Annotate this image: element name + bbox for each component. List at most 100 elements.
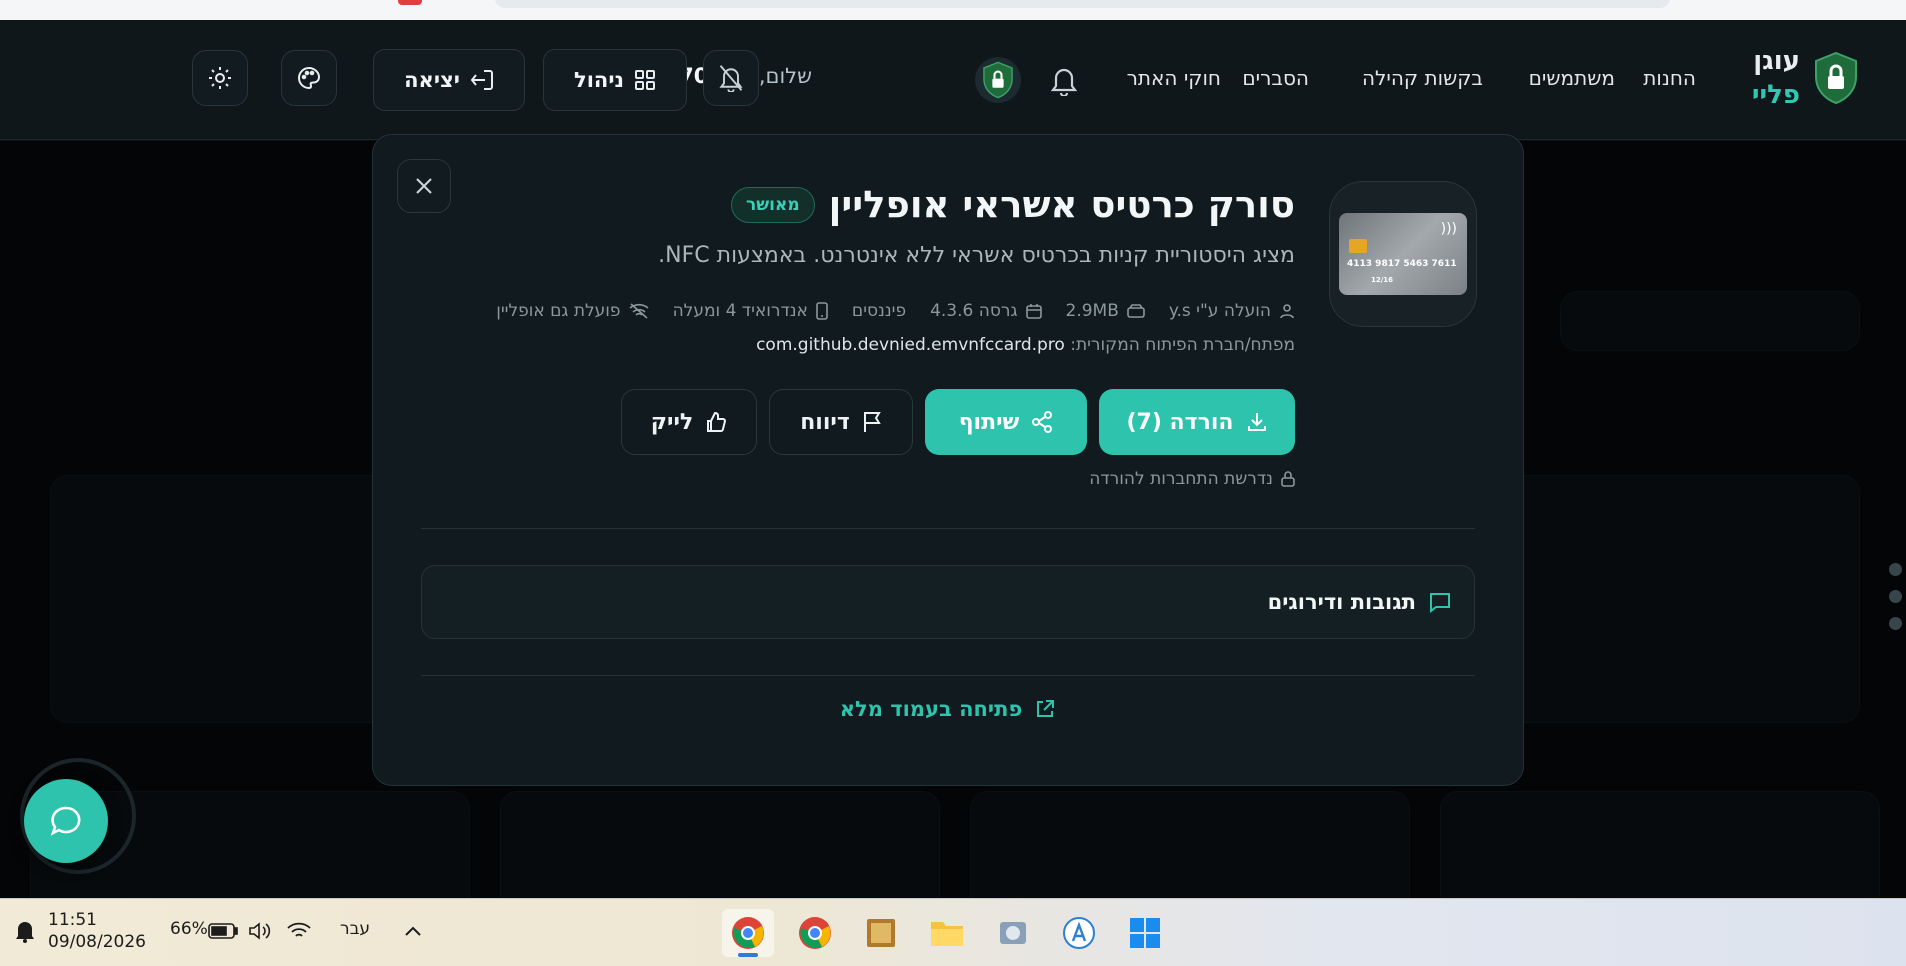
external-link-icon bbox=[1037, 700, 1055, 717]
dashboard-grid-icon bbox=[635, 70, 656, 90]
taskbar-clock-area[interactable]: 11:51 09/08/2026 bbox=[14, 909, 146, 953]
taskbar-app-file-explorer[interactable] bbox=[921, 909, 973, 957]
taskbar-app-chrome[interactable] bbox=[789, 909, 841, 957]
clock[interactable]: 11:51 09/08/2026 bbox=[48, 909, 146, 953]
share-button[interactable]: שיתוף bbox=[925, 389, 1087, 455]
user-icon bbox=[1280, 304, 1294, 319]
bell-off-icon bbox=[719, 65, 743, 92]
card-expiry: 12/16 bbox=[1371, 276, 1394, 284]
carousel-dots bbox=[1889, 563, 1902, 644]
palette-icon bbox=[298, 66, 321, 90]
chat-button[interactable] bbox=[24, 779, 108, 863]
section-divider bbox=[421, 528, 1475, 529]
app-store-icon bbox=[1063, 917, 1095, 949]
report-label: דיווח bbox=[800, 409, 850, 435]
meta-offline-text: פועלת גם אופליין bbox=[496, 301, 621, 321]
os-taskbar: 11:51 09/08/2026 66% עבר bbox=[0, 898, 1906, 966]
calendar-icon bbox=[1025, 304, 1042, 319]
logout-label: יציאה bbox=[404, 68, 460, 92]
input-language[interactable]: עבר bbox=[340, 919, 370, 939]
theme-palette-button[interactable] bbox=[281, 50, 337, 106]
smartphone-icon bbox=[816, 302, 828, 320]
close-button[interactable] bbox=[397, 159, 451, 213]
light-mode-button[interactable] bbox=[192, 50, 248, 106]
app-title: סורק כרטיס אשראי אופליין bbox=[828, 183, 1295, 226]
logo-text-secondary: פליי bbox=[1751, 80, 1800, 110]
taskbar-app-store[interactable] bbox=[1053, 909, 1105, 957]
action-buttons: הורדה (7) שיתוף דיווח לייק bbox=[621, 389, 1295, 455]
logo-text-primary: עוגן bbox=[1753, 46, 1800, 76]
meta-category: פיננסים bbox=[852, 301, 906, 321]
download-icon bbox=[1247, 413, 1266, 431]
battery-icon[interactable] bbox=[208, 923, 238, 939]
app-description: מציג היסטוריית קניות בכרטיס אשראי ללא אי… bbox=[658, 243, 1295, 268]
logout-icon bbox=[470, 70, 493, 90]
site-header: עוגן פליי החנות משתמשים בקשות קהילה הסבר… bbox=[0, 20, 1906, 140]
address-bar[interactable] bbox=[495, 0, 1670, 8]
bell-icon[interactable] bbox=[1050, 64, 1078, 96]
wifi-icon[interactable] bbox=[286, 921, 312, 941]
meta-size: 2.9MB bbox=[1066, 301, 1145, 321]
close-icon bbox=[416, 178, 432, 194]
app-meta: הועלה ע"י y.s 2.9MB גרסה 4.3.6 פיננסים א… bbox=[496, 301, 1295, 321]
chevron-up-icon[interactable] bbox=[404, 925, 422, 937]
report-button[interactable]: דיווח bbox=[769, 389, 913, 455]
comments-title: תגובות ודירוגים bbox=[1267, 590, 1416, 614]
download-button[interactable]: הורדה (7) bbox=[1099, 389, 1295, 455]
meta-offline: פועלת גם אופליין bbox=[496, 301, 649, 321]
chrome-icon bbox=[799, 917, 831, 949]
logout-button[interactable]: יציאה bbox=[373, 49, 525, 111]
nav-item-explanations[interactable]: הסברים bbox=[1242, 66, 1309, 90]
windows-icon bbox=[1130, 918, 1160, 948]
wifi-off-icon bbox=[629, 303, 649, 319]
meta-version: גרסה 4.3.6 bbox=[930, 301, 1042, 321]
shield-logo-icon bbox=[1815, 51, 1857, 105]
card-number: 4113 9817 5463 7611 bbox=[1347, 259, 1457, 269]
comments-section[interactable]: תגובות ודירוגים bbox=[421, 565, 1475, 639]
meta-size-text: 2.9MB bbox=[1065, 301, 1119, 321]
taskbar-app-book[interactable] bbox=[855, 909, 907, 957]
open-full-page-label: פתיחה בעמוד מלא bbox=[839, 697, 1023, 721]
thumbs-up-icon bbox=[707, 411, 727, 432]
browser-toolbar bbox=[0, 0, 1906, 20]
notifications-muted-button[interactable] bbox=[703, 50, 759, 106]
battery-percent: 66% bbox=[170, 919, 208, 939]
photos-icon bbox=[1000, 922, 1026, 944]
user-avatar[interactable] bbox=[975, 57, 1021, 103]
message-square-icon bbox=[1430, 593, 1450, 613]
login-required-note: נדרשת התחברות להורדה bbox=[1089, 469, 1295, 489]
like-label: לייק bbox=[650, 409, 694, 435]
recording-indicator bbox=[398, 0, 422, 5]
nav-item-store[interactable]: החנות bbox=[1643, 66, 1696, 90]
taskbar-app-photos[interactable] bbox=[987, 909, 1039, 957]
clock-time: 11:51 bbox=[48, 910, 97, 930]
like-button[interactable]: לייק bbox=[621, 389, 757, 455]
folder-icon bbox=[931, 922, 963, 946]
nav-item-site-rules[interactable]: חוקי האתר bbox=[1127, 66, 1221, 90]
notification-bell-icon[interactable] bbox=[14, 919, 36, 943]
manage-label: ניהול bbox=[573, 68, 625, 92]
taskbar-start-button[interactable] bbox=[1119, 909, 1171, 957]
nfc-icon: ))) bbox=[1440, 221, 1457, 237]
hard-drive-icon bbox=[1127, 304, 1145, 318]
clock-date: 09/08/2026 bbox=[48, 932, 146, 952]
meta-uploader: הועלה ע"י y.s bbox=[1169, 301, 1295, 321]
nav-item-users[interactable]: משתמשים bbox=[1529, 66, 1615, 90]
meta-version-text: גרסה 4.3.6 bbox=[930, 301, 1018, 321]
app-icon: ))) 4113 9817 5463 7611 12/16 bbox=[1329, 181, 1477, 327]
chat-bubble-icon bbox=[50, 806, 81, 836]
manage-button[interactable]: ניהול bbox=[543, 49, 687, 111]
login-required-text: נדרשת התחברות להורדה bbox=[1089, 469, 1273, 489]
package-name[interactable]: com.github.devnied.emvnfccard.pro bbox=[756, 335, 1065, 355]
app-details-modal: ))) 4113 9817 5463 7611 12/16 סורק כרטיס… bbox=[372, 134, 1524, 786]
taskbar-app-chrome-profile[interactable] bbox=[722, 909, 774, 957]
site-logo[interactable]: עוגן פליי bbox=[1752, 44, 1860, 112]
lock-icon bbox=[1281, 471, 1295, 487]
sun-icon bbox=[209, 67, 231, 89]
status-badge: מאושר bbox=[730, 186, 815, 223]
volume-icon[interactable] bbox=[248, 921, 274, 941]
nav-item-community-requests[interactable]: בקשות קהילה bbox=[1362, 66, 1483, 90]
greeting-prefix: שלום, bbox=[758, 64, 812, 88]
open-full-page-link[interactable]: פתיחה בעמוד מלא bbox=[373, 697, 1523, 721]
meta-uploader-text: הועלה ע"י y.s bbox=[1168, 301, 1271, 321]
